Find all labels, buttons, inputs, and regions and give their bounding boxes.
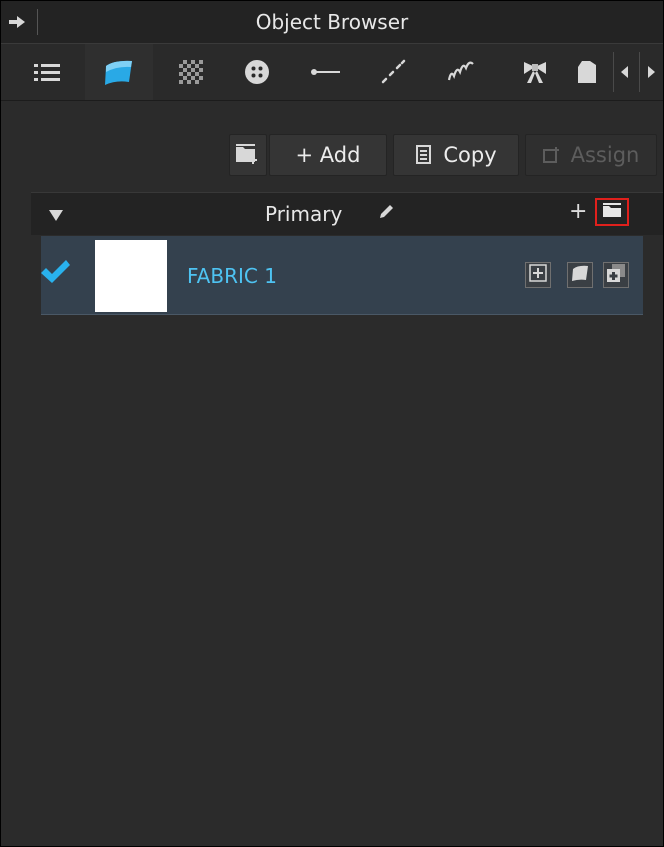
fabric-name: FABRIC 1 [187, 264, 277, 288]
copy-icon [415, 145, 433, 165]
garment-icon [576, 59, 596, 85]
assign-button-label: Assign [570, 143, 640, 167]
copy-button[interactable]: Copy [393, 134, 519, 176]
title-bar: Object Browser [1, 1, 663, 44]
tab-button[interactable] [223, 44, 291, 100]
tab-scroll-left[interactable] [613, 52, 636, 92]
category-tab-strip [1, 44, 663, 101]
fabric-swatch-icon [570, 264, 590, 286]
triangle-right-icon [647, 63, 655, 82]
fabric-list-item[interactable]: FABRIC 1 [41, 236, 643, 315]
assign-button[interactable]: Assign [525, 134, 657, 176]
duplicate-fabric-button[interactable] [603, 262, 629, 288]
line-icon [310, 67, 340, 77]
plus-box-icon [529, 264, 547, 286]
add-button[interactable]: + Add [269, 134, 387, 176]
folder-icon [602, 202, 622, 222]
tab-fabric[interactable] [85, 44, 153, 100]
collapse-triangle-icon[interactable] [49, 207, 63, 221]
tab-pattern[interactable] [567, 44, 605, 100]
tab-topstitch[interactable] [359, 44, 427, 100]
button-icon [244, 59, 270, 85]
tab-scroll-right[interactable] [639, 52, 662, 92]
zigzag-icon [446, 60, 476, 84]
tab-trim[interactable] [501, 44, 569, 100]
tab-zigzag[interactable] [427, 44, 495, 100]
add-button-label: + Add [295, 143, 361, 167]
checker-icon [179, 60, 203, 84]
group-folder-button[interactable] [595, 198, 629, 226]
list-icon [34, 62, 60, 82]
pencil-icon[interactable] [377, 203, 395, 221]
assign-icon [542, 146, 561, 164]
fabric-thumbnail[interactable] [95, 240, 167, 312]
add-to-scene-button[interactable] [525, 262, 551, 288]
window-title: Object Browser [255, 10, 409, 34]
copy-button-label: Copy [443, 143, 497, 167]
add-folder-button[interactable] [229, 134, 267, 176]
group-title: Primary [265, 202, 343, 226]
triangle-left-icon [621, 63, 629, 82]
checkmark-icon[interactable] [39, 258, 71, 286]
folder-plus-icon [235, 142, 261, 169]
duplicate-icon [606, 263, 626, 287]
dashed-line-icon [380, 59, 406, 85]
tab-list[interactable] [13, 44, 81, 100]
group-header-primary: Primary + [31, 192, 663, 235]
object-browser-window: Object Browser + Add Copy Assign Primary… [0, 0, 664, 847]
group-add-button[interactable]: + [569, 199, 587, 224]
bow-icon [521, 59, 549, 85]
fabric-icon [102, 58, 136, 86]
apply-fabric-button[interactable] [567, 262, 593, 288]
tab-line[interactable] [291, 44, 359, 100]
tab-texture[interactable] [157, 44, 225, 100]
